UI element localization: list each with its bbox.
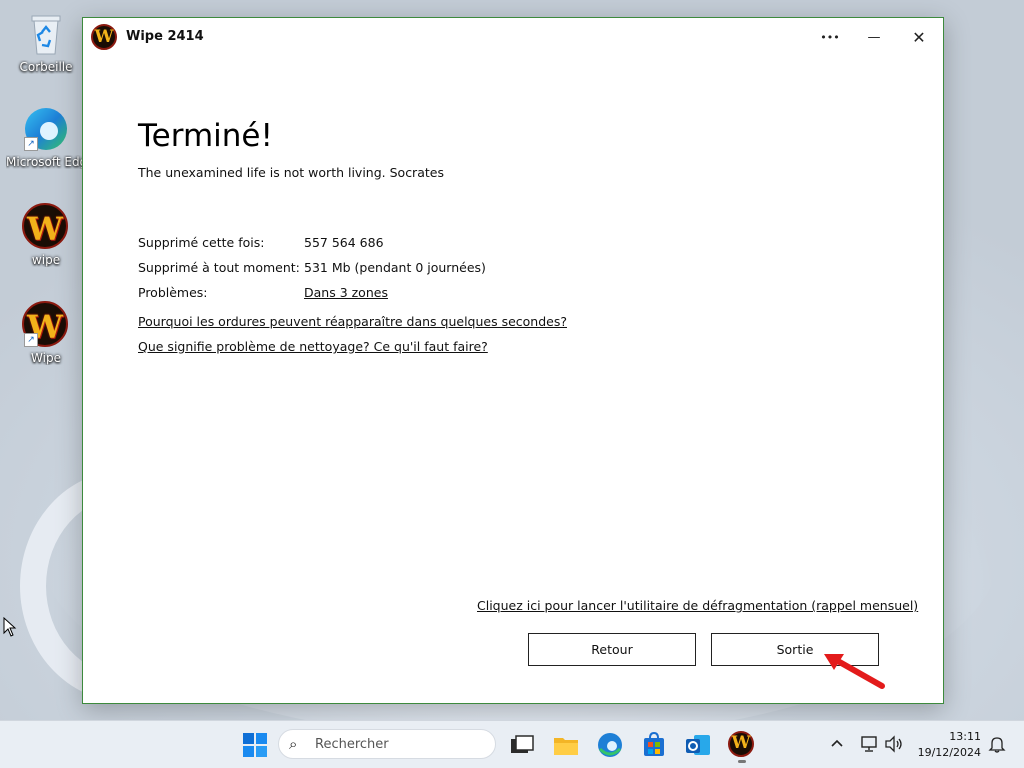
task-view-icon[interactable] [508, 731, 536, 759]
desktop-icon-label: Corbeille [19, 60, 73, 74]
desktop-icon-label: Wipe [31, 351, 61, 365]
quote-text: The unexamined life is not worth living.… [138, 165, 444, 180]
clock-time[interactable]: 13:11 [930, 730, 981, 743]
stat-label-deleted-total: Supprimé à tout moment: [138, 260, 300, 275]
wipe-taskbar-icon[interactable]: W [728, 731, 756, 763]
minimize-button[interactable]: — [851, 18, 897, 56]
back-button[interactable]: Retour [528, 633, 696, 666]
desktop-icon-edge[interactable]: ↗ Microsoft Edge [6, 105, 86, 169]
title-bar[interactable]: Wipe 2414 ••• — ✕ [83, 18, 943, 56]
desktop-icon-recycle-bin[interactable]: Corbeille [6, 10, 86, 74]
shortcut-arrow-icon: ↗ [24, 137, 38, 151]
stat-label-deleted-now: Supprimé cette fois: [138, 235, 265, 250]
search-placeholder: Rechercher [315, 737, 389, 752]
close-button[interactable]: ✕ [896, 18, 942, 56]
problems-zones-link[interactable]: Dans 3 zones [304, 285, 388, 300]
wipe-window: Wipe 2414 ••• — ✕ Terminé! The unexamine… [82, 17, 944, 704]
why-reappear-link[interactable]: Pourquoi les ordures peuvent réapparaîtr… [138, 314, 567, 329]
cleaning-problem-link[interactable]: Que signifie problème de nettoyage? Ce q… [138, 339, 488, 354]
search-box[interactable]: ⌕ Rechercher [278, 729, 496, 759]
show-hidden-icons-chevron[interactable] [830, 738, 844, 748]
notifications-bell-icon[interactable] [988, 735, 1006, 753]
desktop-icon-wipe[interactable]: wipe [6, 203, 86, 267]
annotation-arrow [824, 654, 885, 689]
stat-value-deleted-total: 531 Mb (pendant 0 journées) [304, 260, 486, 275]
store-icon[interactable] [640, 731, 668, 759]
start-button[interactable] [241, 731, 269, 759]
more-options-button[interactable]: ••• [807, 18, 853, 56]
wipe-icon [22, 203, 70, 251]
shortcut-arrow-icon: ↗ [24, 333, 38, 347]
outlook-icon[interactable] [684, 731, 712, 759]
mouse-cursor-icon [3, 617, 17, 637]
page-title: Terminé! [138, 118, 273, 154]
volume-icon[interactable] [884, 735, 904, 753]
edge-icon[interactable] [596, 731, 624, 759]
clock-date[interactable]: 19/12/2024 [916, 746, 981, 759]
desktop-icon-label: wipe [31, 253, 61, 267]
recycle-bin-icon [22, 10, 70, 58]
taskbar: ⌕ Rechercher W 13:11 19/12/2024 [0, 720, 1024, 768]
wipe-icon: ↗ [22, 301, 70, 349]
network-icon[interactable] [860, 735, 878, 753]
edge-icon: ↗ [22, 105, 70, 153]
file-explorer-icon[interactable] [552, 731, 580, 759]
stat-label-problems: Problèmes: [138, 285, 208, 300]
stat-value-deleted-now: 557 564 686 [304, 235, 384, 250]
search-icon: ⌕ [289, 735, 298, 753]
defrag-link[interactable]: Cliquez ici pour lancer l'utilitaire de … [477, 598, 918, 613]
wipe-app-icon [91, 24, 117, 50]
desktop-icon-wipe-shortcut[interactable]: ↗ Wipe [6, 301, 86, 365]
window-title: Wipe 2414 [126, 29, 204, 44]
desktop-icon-label: Microsoft Edge [6, 155, 86, 169]
